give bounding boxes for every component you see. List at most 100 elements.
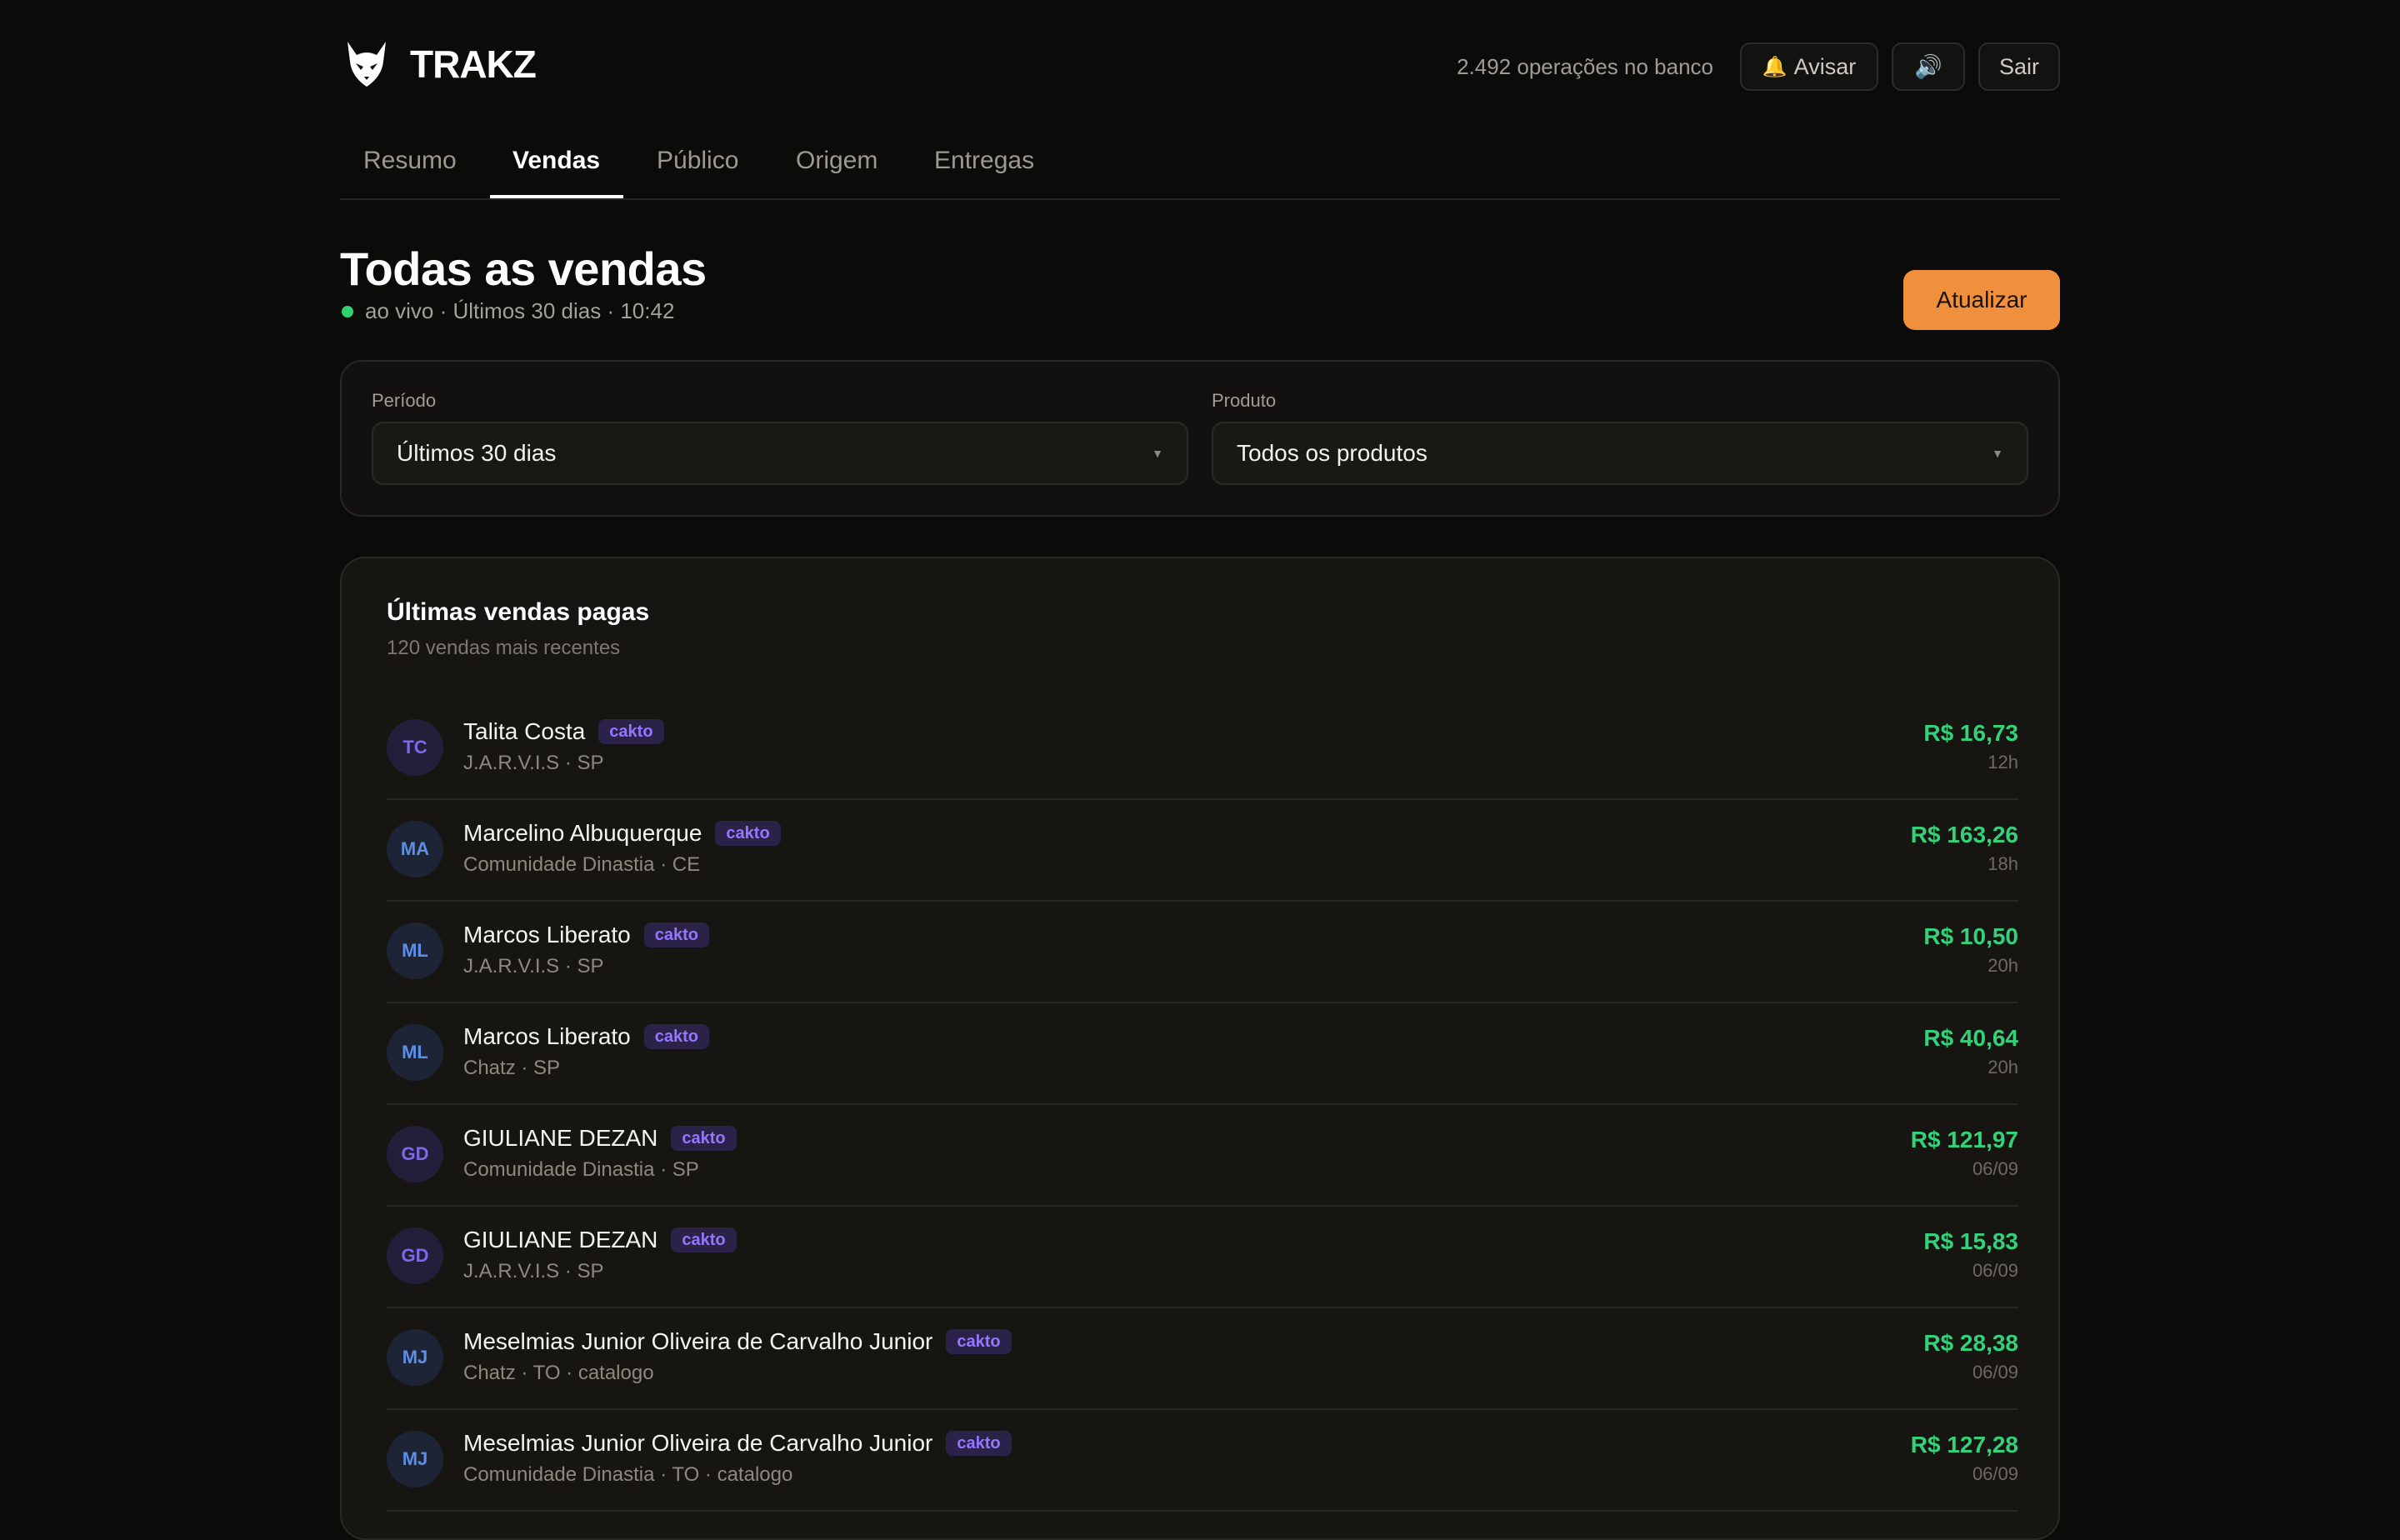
avatar: MJ [387,1431,443,1488]
active-tab-indicator [490,195,623,198]
source-badge: cakto [643,1024,710,1049]
sale-time: 06/09 [1972,1158,2018,1179]
filters-panel: Período Últimos 30 dias ▼ Produto Todos … [340,360,2060,517]
live-label: ao vivo [365,298,434,323]
sale-amount: R$ 10,50 [1923,923,2018,949]
sale-row[interactable]: MA Marcelino Albuquerque cakto Comunidad… [387,800,2018,902]
sale-name-line: Marcos Liberato cakto [463,922,710,948]
sale-row[interactable]: TC Talita Costa cakto J.A.R.V.I.S · SP R… [387,698,2018,800]
source-badge: cakto [598,719,664,744]
recent-sales-card: Últimas vendas pagas 120 vendas mais rec… [340,557,2060,1540]
sale-amount: R$ 28,38 [1923,1330,2018,1356]
separator: · [433,298,453,323]
card-title: Últimas vendas pagas [387,598,650,626]
tab-entregas[interactable]: Entregas [934,147,1034,175]
app-container: TRAKZ 2.492 operações no banco 🔔 Avisar … [340,0,2060,1540]
avisar-button[interactable]: 🔔 Avisar [1740,42,1878,91]
source-badge: cakto [715,821,781,846]
chevron-down-icon: ▼ [1992,447,2003,460]
sale-time: 06/09 [1972,1362,2018,1382]
tab-origem[interactable]: Origem [796,147,878,175]
header: TRAKZ 2.492 operações no banco 🔔 Avisar … [340,0,2060,133]
product-filter-label: Produto [1212,390,1277,411]
sale-time: 12h [1988,752,2018,772]
header-actions: 2.492 operações no banco 🔔 Avisar 🔊 Sair [1457,42,2060,91]
sale-name-line: Meselmias Junior Oliveira de Carvalho Ju… [463,1430,1012,1457]
customer-name: GIULIANE DEZAN [463,1227,658,1252]
sale-row[interactable]: ML Marcos Liberato cakto J.A.R.V.I.S · S… [387,902,2018,1003]
chevron-down-icon: ▼ [1152,447,1163,460]
sale-meta: J.A.R.V.I.S · SP [463,752,604,774]
product-filter: Produto Todos os produtos ▼ [1212,390,2028,485]
avatar: GD [387,1228,443,1284]
sale-name-line: Marcos Liberato cakto [463,1023,710,1050]
sale-name-line: Meselmias Junior Oliveira de Carvalho Ju… [463,1328,1012,1355]
sale-row[interactable]: GD GIULIANE DEZAN cakto J.A.R.V.I.S · SP… [387,1207,2018,1308]
avatar: TC [387,719,443,776]
live-dot-icon [342,305,353,318]
bell-icon: 🔔 [1762,55,1788,78]
logout-label: Sair [1998,53,2039,79]
page-title: Todas as vendas [340,242,707,295]
sale-time: 18h [1988,853,2018,874]
customer-name: Talita Costa [463,718,586,744]
speaker-icon: 🔊 [1914,54,1942,79]
sale-row[interactable]: MJ Meselmias Junior Oliveira de Carvalho… [387,1308,2018,1410]
sale-amount: R$ 121,97 [1910,1127,2018,1152]
sale-meta: J.A.R.V.I.S · SP [463,955,604,978]
source-badge: cakto [643,922,710,948]
sale-amount: R$ 40,64 [1923,1025,2018,1051]
sale-time: 06/09 [1972,1463,2018,1484]
avatar: ML [387,922,443,979]
sale-meta: Chatz · TO · catalogo [463,1362,654,1384]
product-select[interactable]: Todos os produtos ▼ [1212,422,2028,485]
source-badge: cakto [671,1126,737,1151]
avatar: GD [387,1126,443,1182]
sale-time: 20h [1988,955,2018,976]
tab-publico[interactable]: Público [657,147,738,175]
customer-name: Meselmias Junior Oliveira de Carvalho Ju… [463,1430,933,1456]
period-select[interactable]: Últimos 30 dias ▼ [372,422,1188,485]
separator: · [601,298,621,323]
sale-row[interactable]: ML Marcos Liberato cakto Chatz · SP R$ 4… [387,1003,2018,1105]
sale-name-line: Marcelino Albuquerque cakto [463,820,781,847]
tab-vendas[interactable]: Vendas [512,147,600,175]
last-update-time: 10:42 [620,298,675,323]
update-button[interactable]: Atualizar [1903,270,2060,330]
sound-toggle-button[interactable]: 🔊 [1892,42,1965,91]
customer-name: Marcelino Albuquerque [463,820,702,846]
period-filter-label: Período [372,390,437,411]
sale-meta: Chatz · SP [463,1057,561,1079]
sale-amount: R$ 16,73 [1923,720,2018,746]
customer-name: Marcos Liberato [463,1023,631,1049]
operations-count: 2.492 operações no banco [1457,53,1713,79]
sale-amount: R$ 163,26 [1910,822,2018,848]
logout-button[interactable]: Sair [1978,42,2060,91]
sale-name-line: GIULIANE DEZAN cakto [463,1227,737,1253]
source-badge: cakto [946,1329,1012,1354]
customer-name: Meselmias Junior Oliveira de Carvalho Ju… [463,1328,933,1354]
sale-name-line: GIULIANE DEZAN cakto [463,1125,737,1152]
sale-row[interactable]: GD GIULIANE DEZAN cakto Comunidade Dinas… [387,1105,2018,1207]
sales-list: TC Talita Costa cakto J.A.R.V.I.S · SP R… [387,698,2018,1512]
tab-resumo[interactable]: Resumo [363,147,457,175]
sale-time: 20h [1988,1057,2018,1078]
card-subtitle: 120 vendas mais recentes [387,637,621,659]
avatar: MJ [387,1329,443,1386]
source-badge: cakto [671,1228,737,1252]
sale-meta: Comunidade Dinastia · TO · catalogo [463,1463,793,1486]
avatar: MA [387,821,443,878]
page-heading: Todas as vendas ao vivo · Últimos 30 dia… [340,242,707,324]
period-filter: Período Últimos 30 dias ▼ [372,390,1188,485]
live-status: ao vivo · Últimos 30 dias · 10:42 [340,298,707,324]
customer-name: Marcos Liberato [463,922,631,948]
brand[interactable]: TRAKZ [345,40,537,88]
nav-tabs: Resumo Vendas Público Origem Entregas [340,133,2060,200]
sale-row[interactable]: MJ Meselmias Junior Oliveira de Carvalho… [387,1410,2018,1512]
avatar: ML [387,1024,443,1081]
period-select-value: Últimos 30 dias [397,440,557,466]
sale-name-line: Talita Costa cakto [463,718,664,745]
source-badge: cakto [946,1431,1012,1456]
sale-amount: R$ 15,83 [1923,1228,2018,1254]
customer-name: GIULIANE DEZAN [463,1125,658,1151]
